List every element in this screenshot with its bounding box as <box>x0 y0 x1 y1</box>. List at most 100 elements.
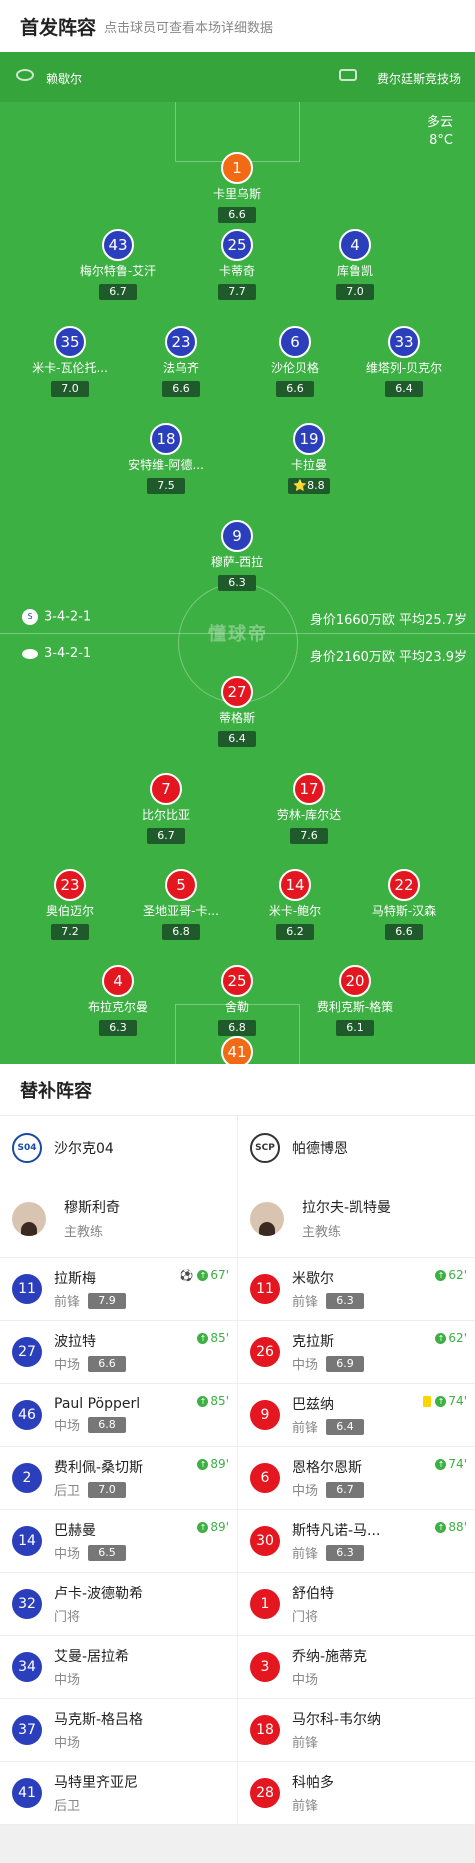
player-position-row: 中场 6.9 <box>292 1354 365 1373</box>
player-name: 艾曼-居拉希 <box>54 1649 130 1665</box>
player-marker[interactable]: 17 劳林-库尔达 7.6 <box>234 773 384 844</box>
sub-in-event: ↑ 85' <box>197 1394 229 1408</box>
player-position: 门将 <box>54 1610 81 1625</box>
player-rating: 7.5 <box>147 478 185 494</box>
whistle-icon <box>16 69 34 81</box>
player-position-row: 后卫 <box>54 1795 138 1814</box>
sub-player-row[interactable]: 27 波拉特 中场 6.6 ↑ 85' <box>0 1321 237 1384</box>
sub-player-row[interactable]: 46 Paul Pöpperl 中场 6.8 ↑ 85' <box>0 1384 237 1447</box>
player-marker[interactable]: 9 穆萨-西拉 6.3 <box>162 520 312 591</box>
sub-player-row[interactable]: 41 马特里齐亚尼 后卫 <box>0 1762 237 1825</box>
sub-player-row[interactable]: 2 费利佩-桑切斯 后卫 7.0 ↑ 89' <box>0 1447 237 1510</box>
jersey-number: 30 <box>250 1526 280 1556</box>
player-position: 中场 <box>54 1673 81 1688</box>
sub-player-row[interactable]: 26 克拉斯 中场 6.9 ↑ 62' <box>238 1321 475 1384</box>
player-name: 劳林-库尔达 <box>276 808 342 822</box>
player-marker[interactable]: 22 马特斯-汉森 6.6 <box>329 869 475 940</box>
player-position-row: 中场 6.8 <box>54 1415 140 1434</box>
player-marker[interactable]: 4 库鲁凯 7.0 <box>280 229 430 300</box>
player-rating: 6.6 <box>218 207 256 223</box>
home-team-name: 沙尔克04 <box>54 1141 114 1157</box>
sub-player-row[interactable]: 34 艾曼-居拉希 中场 <box>0 1636 237 1699</box>
sub-player-row[interactable]: 11 拉斯梅 前锋 7.9 ⚽ ↑ 67' <box>0 1258 237 1321</box>
player-rating: 6.4 <box>385 381 423 397</box>
sub-player-row[interactable]: 6 恩格尔恩斯 中场 6.7 ↑ 74' <box>238 1447 475 1510</box>
sub-player-row[interactable]: 9 巴兹纳 前锋 6.4 ↑ 74' <box>238 1384 475 1447</box>
player-name: 克拉斯 <box>292 1334 334 1350</box>
sub-player-info: 斯特凡诺-马... 前锋 6.3 <box>292 1520 380 1562</box>
player-marker[interactable]: 27 蒂格斯 6.4 <box>162 676 312 747</box>
home-team-row[interactable]: S04 沙尔克04 <box>0 1116 237 1180</box>
player-marker[interactable]: 41丹尼斯-赛门7.2 <box>162 1036 312 1064</box>
player-name: 乔纳-施蒂克 <box>292 1649 368 1665</box>
player-name: 卡里乌斯 <box>212 187 261 201</box>
player-name: 穆萨-西拉 <box>210 555 264 569</box>
sub-in-event: ↑ 88' <box>435 1520 467 1534</box>
sub-player-row[interactable]: 37 马克斯-格吕格 中场 <box>0 1699 237 1762</box>
coach-name: 拉尔夫-凯特曼 <box>302 1200 392 1216</box>
player-position-row: 中场 6.5 <box>54 1543 127 1562</box>
sub-in-event: ↑ 74' <box>435 1457 467 1471</box>
sub-player-info: 乔纳-施蒂克 中场 <box>292 1646 367 1688</box>
player-rating: 6.6 <box>385 924 423 940</box>
home-coach[interactable]: 穆斯利奇 主教练 <box>0 1180 237 1258</box>
player-marker[interactable]: 33 维塔列-贝克尔 6.4 <box>329 326 475 397</box>
avatar <box>250 1201 284 1236</box>
player-marker[interactable]: 20 费利克斯-格策 6.1 <box>280 965 430 1036</box>
player-marker[interactable]: 7 比尔比亚 6.7 <box>91 773 241 844</box>
jersey-number: 6 <box>279 326 311 358</box>
player-name: 马尔科-韦尔纳 <box>292 1712 382 1728</box>
jersey-number: 37 <box>12 1715 42 1745</box>
pitch: 懂球帝 赖歇尔 费尔廷斯竞技场 多云 8°C S 3-4-2-1 身价1660万欧… <box>0 52 475 1064</box>
player-marker[interactable]: 1 卡里乌斯 6.6 <box>162 152 312 223</box>
player-name: 拉斯梅 <box>54 1271 96 1287</box>
player-name: 巴兹纳 <box>292 1397 334 1413</box>
sub-player-row[interactable]: 3 乔纳-施蒂克 中场 <box>238 1636 475 1699</box>
sub-in-event: ↑ 74' <box>423 1394 467 1408</box>
player-name: 库鲁凯 <box>336 264 373 278</box>
jersey-number: 25 <box>221 965 253 997</box>
home-formation-text: 3-4-2-1 <box>44 609 92 625</box>
sub-player-row[interactable]: 28 科帕多 前锋 <box>238 1762 475 1825</box>
sub-player-row[interactable]: 11 米歇尔 前锋 6.3 ↑ 62' <box>238 1258 475 1321</box>
player-rating: 6.4 <box>218 731 256 747</box>
yellow-card-icon <box>423 1395 432 1407</box>
sub-player-row[interactable]: 32 卢卡-波德勒希 门将 <box>0 1573 237 1636</box>
away-sub-list: 11 米歇尔 前锋 6.3 ↑ 62' 26 克拉斯 中场 6.9 ↑ 62' 9 巴兹纳 前锋 6.4 ↑ 74… <box>238 1258 475 1825</box>
jersey-number: 23 <box>54 869 86 901</box>
player-marker[interactable]: 18 安特维-阿德... 7.5 <box>91 423 241 494</box>
away-team-row[interactable]: SCP 帕德博恩 <box>238 1116 475 1180</box>
jersey-number: 23 <box>165 326 197 358</box>
player-position-row: 中场 <box>54 1732 143 1751</box>
sub-player-row[interactable]: 1 舒伯特 门将 <box>238 1573 475 1636</box>
player-rating: 6.7 <box>99 284 137 300</box>
player-marker[interactable]: 19 卡拉曼 ⭐8.8 <box>234 423 384 494</box>
jersey-number: 14 <box>279 869 311 901</box>
player-name: 舒伯特 <box>292 1586 334 1602</box>
player-position-row: 前锋 7.9 <box>54 1291 127 1310</box>
sub-player-row[interactable]: 14 巴赫曼 中场 6.5 ↑ 89' <box>0 1510 237 1573</box>
player-rating: 6.3 <box>99 1020 137 1036</box>
away-coach[interactable]: 拉尔夫-凯特曼 主教练 <box>238 1180 475 1258</box>
jersey-number: 22 <box>388 869 420 901</box>
schalke-logo-icon: S04 <box>12 1133 42 1163</box>
sub-in-icon: ↑ <box>197 1332 209 1344</box>
jersey-number: 19 <box>293 423 325 455</box>
jersey-number: 32 <box>12 1589 42 1619</box>
player-rating: 6.2 <box>276 924 314 940</box>
sub-player-row[interactable]: 18 马尔科-韦尔纳 前锋 <box>238 1699 475 1762</box>
player-name: 波拉特 <box>54 1334 96 1350</box>
player-name: 费利佩-桑切斯 <box>54 1460 144 1476</box>
sub-player-row[interactable]: 30 斯特凡诺-马... 前锋 6.3 ↑ 88' <box>238 1510 475 1573</box>
sub-player-info: 卢卡-波德勒希 门将 <box>54 1583 143 1625</box>
player-position: 前锋 <box>292 1547 319 1562</box>
sub-in-icon: ↑ <box>435 1395 447 1407</box>
jersey-number: 18 <box>150 423 182 455</box>
jersey-number: 27 <box>221 676 253 708</box>
player-position: 中场 <box>54 1547 81 1562</box>
jersey-number: 20 <box>339 965 371 997</box>
sub-player-info: 科帕多 前锋 <box>292 1772 334 1814</box>
player-position: 中场 <box>292 1358 319 1373</box>
sub-in-icon: ↑ <box>435 1269 447 1281</box>
sub-in-event: ↑ 62' <box>435 1268 467 1282</box>
